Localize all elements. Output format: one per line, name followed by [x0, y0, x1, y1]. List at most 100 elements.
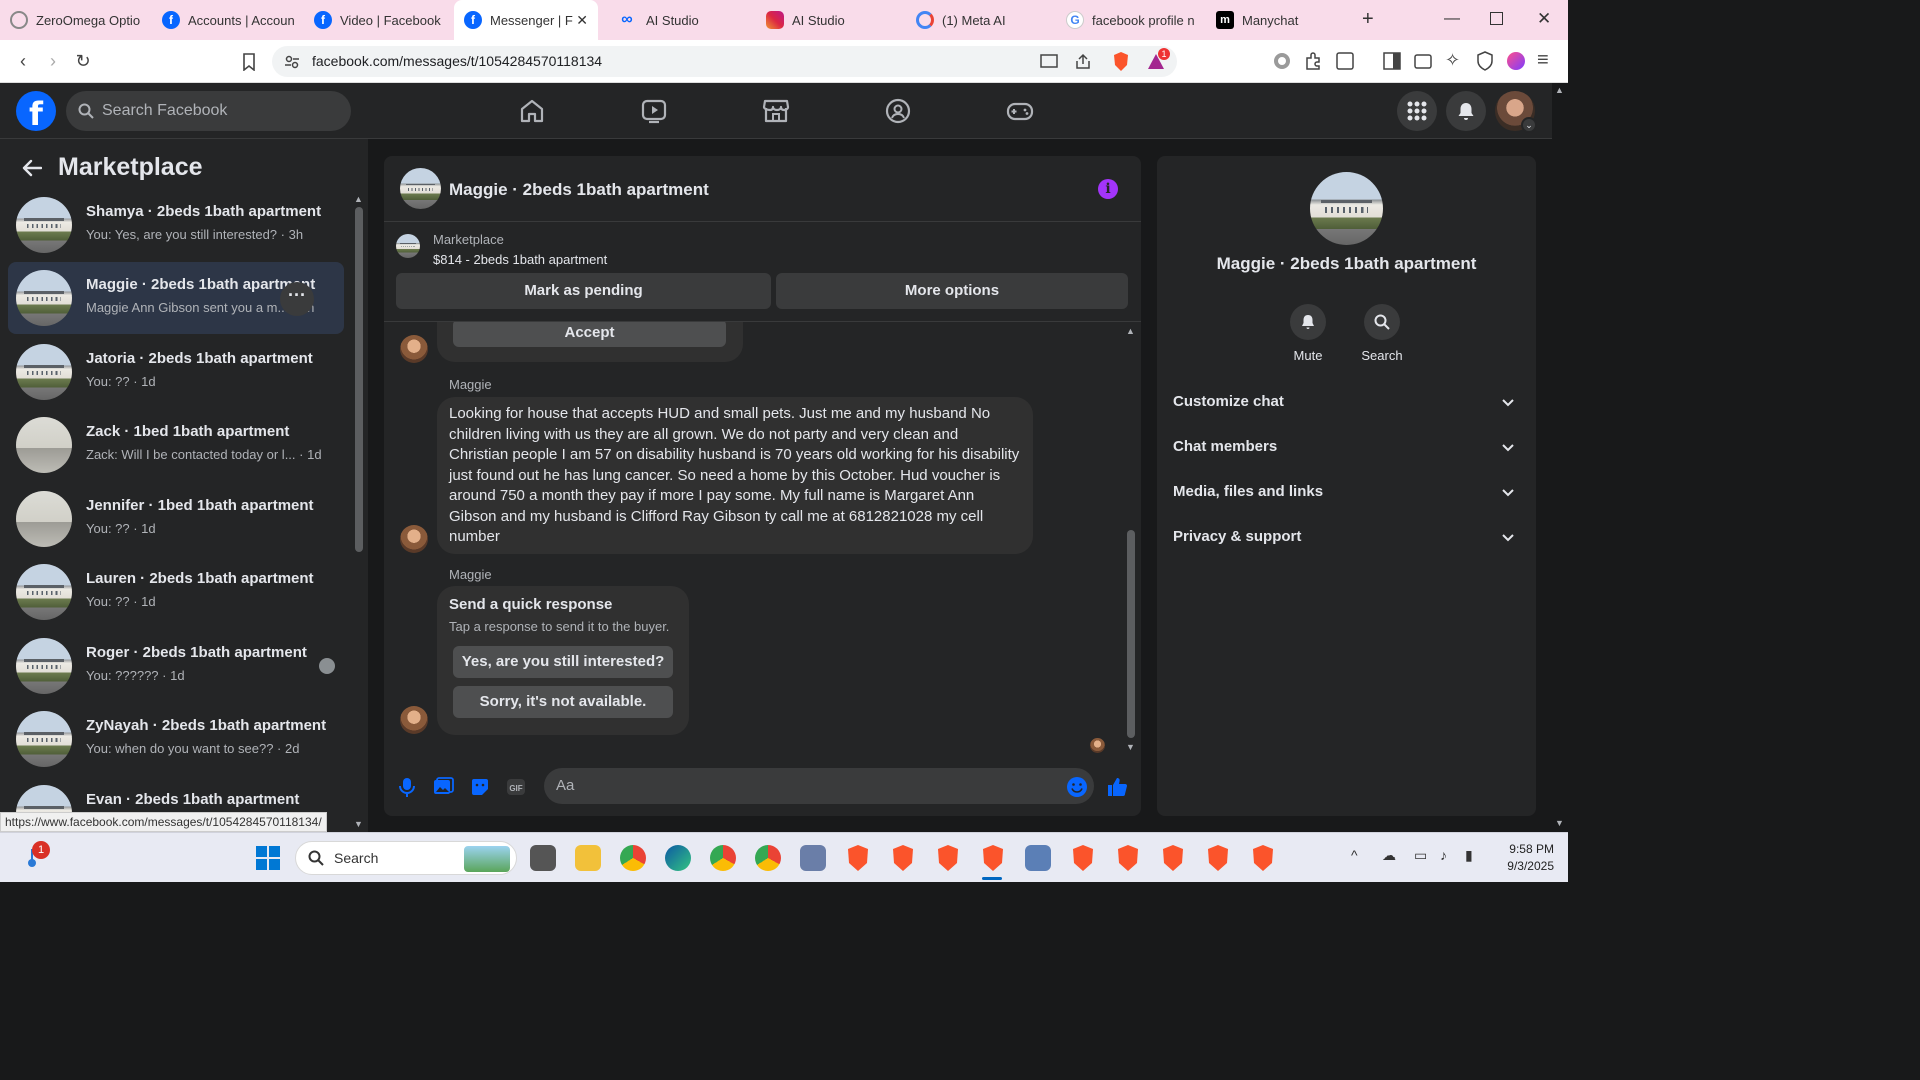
tab-accounts[interactable]: f Accounts | Accoun [152, 0, 300, 40]
edge-icon[interactable] [665, 845, 691, 871]
system-clock[interactable]: 9:58 PM 9/3/2025 [1492, 841, 1554, 875]
task-view-icon[interactable] [530, 845, 556, 871]
groups-icon[interactable] [884, 97, 912, 125]
thumbs-up-icon[interactable] [1106, 776, 1128, 798]
conversation-jennifer[interactable]: Jennifer · 1bed 1bath apartment You: ?? … [8, 483, 344, 555]
tab-ai-studio[interactable]: ∞ AI Studio [606, 0, 754, 40]
bookmark-icon[interactable] [242, 53, 256, 71]
network-icon[interactable]: ▭ [1414, 847, 1427, 864]
chat-title[interactable]: Maggie · 2beds 1bath apartment [449, 180, 709, 200]
search-box[interactable] [66, 91, 351, 131]
brave-icon[interactable] [891, 844, 915, 872]
chrome-profile-icon[interactable] [755, 845, 781, 871]
tab-google-search[interactable]: G facebook profile n [1056, 0, 1204, 40]
app-icon[interactable] [1025, 845, 1051, 871]
brave-icon[interactable] [1161, 844, 1185, 872]
message-input[interactable]: Aa [544, 768, 1094, 804]
menu-grid-button[interactable] [1397, 91, 1437, 131]
file-explorer-icon[interactable] [575, 845, 601, 871]
chat-profile-photo[interactable] [1310, 172, 1383, 245]
tab-video-facebook[interactable]: f Video | Facebook [304, 0, 452, 40]
video-icon[interactable] [640, 97, 668, 125]
brave-icon[interactable] [1071, 844, 1095, 872]
brave-active-icon[interactable] [981, 844, 1005, 872]
brave-shields-icon[interactable] [1112, 51, 1130, 72]
taskbar-search[interactable]: Search [295, 841, 517, 875]
listing-price[interactable]: $814 - 2beds 1bath apartment [433, 252, 607, 267]
gaming-icon[interactable] [1006, 97, 1034, 125]
media-files-links-section[interactable]: Media, files and links [1165, 471, 1528, 515]
conversation-roger[interactable]: Roger · 2beds 1bath apartment You: ?????… [8, 630, 344, 702]
chat-avatar[interactable] [400, 168, 441, 209]
omnibox[interactable]: facebook.com/messages/t/1054284570118134… [272, 46, 1177, 77]
brave-icon[interactable] [846, 844, 870, 872]
tab-search-icon[interactable] [1336, 52, 1354, 70]
marketplace-icon[interactable] [762, 97, 790, 125]
accept-button[interactable]: Accept [453, 322, 726, 347]
notifications-button[interactable] [1446, 91, 1486, 131]
extensions-puzzle-icon[interactable] [1304, 51, 1324, 71]
close-window-icon[interactable]: ✕ [1537, 9, 1551, 29]
sidebar-scrollbar[interactable] [355, 207, 363, 552]
info-icon[interactable]: i [1098, 179, 1118, 199]
minimize-icon[interactable]: — [1444, 10, 1460, 28]
scroll-up-icon[interactable]: ▲ [354, 194, 363, 204]
conversation-zynayah[interactable]: ZyNayah · 2beds 1bath apartment You: whe… [8, 703, 344, 775]
vpn-icon[interactable] [1476, 51, 1494, 71]
tab-ai-studio-instagram[interactable]: AI Studio [756, 0, 904, 40]
search-in-chat-button[interactable]: Search [1342, 304, 1422, 363]
conversation-zack[interactable]: Zack · 1bed 1bath apartment Zack: Will I… [8, 409, 344, 481]
app-icon[interactable] [800, 845, 826, 871]
menu-icon[interactable]: ≡ [1537, 49, 1549, 72]
conversation-shamya[interactable]: Shamya · 2beds 1bath apartment You: Yes,… [8, 189, 344, 261]
cast-icon[interactable] [1040, 54, 1058, 70]
brave-icon[interactable] [1251, 844, 1275, 872]
conversation-maggie[interactable]: Maggie · 2beds 1bath apartment Maggie An… [8, 262, 344, 334]
forward-icon[interactable]: › [42, 50, 64, 72]
search-input[interactable] [102, 102, 322, 120]
profile-icon[interactable] [1507, 52, 1525, 70]
new-tab-button[interactable]: + [1362, 8, 1374, 31]
brave-icon[interactable] [936, 844, 960, 872]
tab-zeroomega[interactable]: ZeroOmega Optio [0, 0, 150, 40]
onedrive-icon[interactable]: ☁ [1382, 847, 1396, 864]
volume-icon[interactable]: ♪ [1440, 847, 1447, 863]
scroll-down-icon[interactable]: ▼ [354, 819, 363, 829]
reload-icon[interactable]: ↻ [72, 50, 94, 72]
windows-start-icon[interactable] [256, 846, 280, 870]
quick-reply-not-available[interactable]: Sorry, it's not available. [453, 686, 673, 718]
gif-icon[interactable]: GIF [505, 776, 527, 798]
conversation-lauren[interactable]: Lauren · 2beds 1bath apartment You: ?? ·… [8, 556, 344, 628]
scroll-up-icon[interactable]: ▲ [1555, 85, 1564, 95]
wallet-icon[interactable] [1414, 52, 1432, 70]
battery-icon[interactable]: ▮ [1465, 847, 1473, 864]
more-options-button[interactable]: More options [776, 273, 1128, 309]
restore-icon[interactable] [1490, 12, 1503, 25]
more-options-icon[interactable]: ··· [280, 282, 314, 316]
back-arrow-icon[interactable] [22, 159, 42, 177]
scroll-down-icon[interactable]: ▼ [1126, 742, 1135, 752]
page-scrollbar[interactable]: ▲ ▼ [1552, 83, 1568, 832]
brave-icon[interactable] [1206, 844, 1230, 872]
quick-reply-still-interested[interactable]: Yes, are you still interested? [453, 646, 673, 678]
scroll-up-icon[interactable]: ▲ [1126, 326, 1135, 336]
chat-members-section[interactable]: Chat members [1165, 426, 1528, 470]
tab-messenger[interactable]: f Messenger | F ✕ [454, 0, 598, 40]
brave-icon[interactable] [1116, 844, 1140, 872]
conversation-jatoria[interactable]: Jatoria · 2beds 1bath apartment You: ?? … [8, 336, 344, 408]
chevron-down-icon[interactable]: ⌄ [1521, 117, 1537, 133]
privacy-support-section[interactable]: Privacy & support [1165, 516, 1528, 560]
sticker-icon[interactable] [469, 776, 491, 798]
home-icon[interactable] [518, 97, 546, 125]
tray-overflow-icon[interactable]: ^ [1351, 847, 1358, 863]
extension-icon[interactable] [1274, 53, 1290, 69]
emoji-icon[interactable] [1066, 776, 1088, 798]
scroll-down-icon[interactable]: ▼ [1555, 818, 1564, 828]
sidebar-toggle-icon[interactable] [1383, 52, 1401, 70]
chrome-icon[interactable] [710, 845, 736, 871]
photo-icon[interactable] [432, 776, 454, 798]
site-settings-icon[interactable] [284, 54, 300, 70]
customize-chat-section[interactable]: Customize chat [1165, 381, 1528, 425]
microphone-icon[interactable] [396, 776, 418, 798]
chat-scrollbar[interactable] [1127, 530, 1135, 738]
